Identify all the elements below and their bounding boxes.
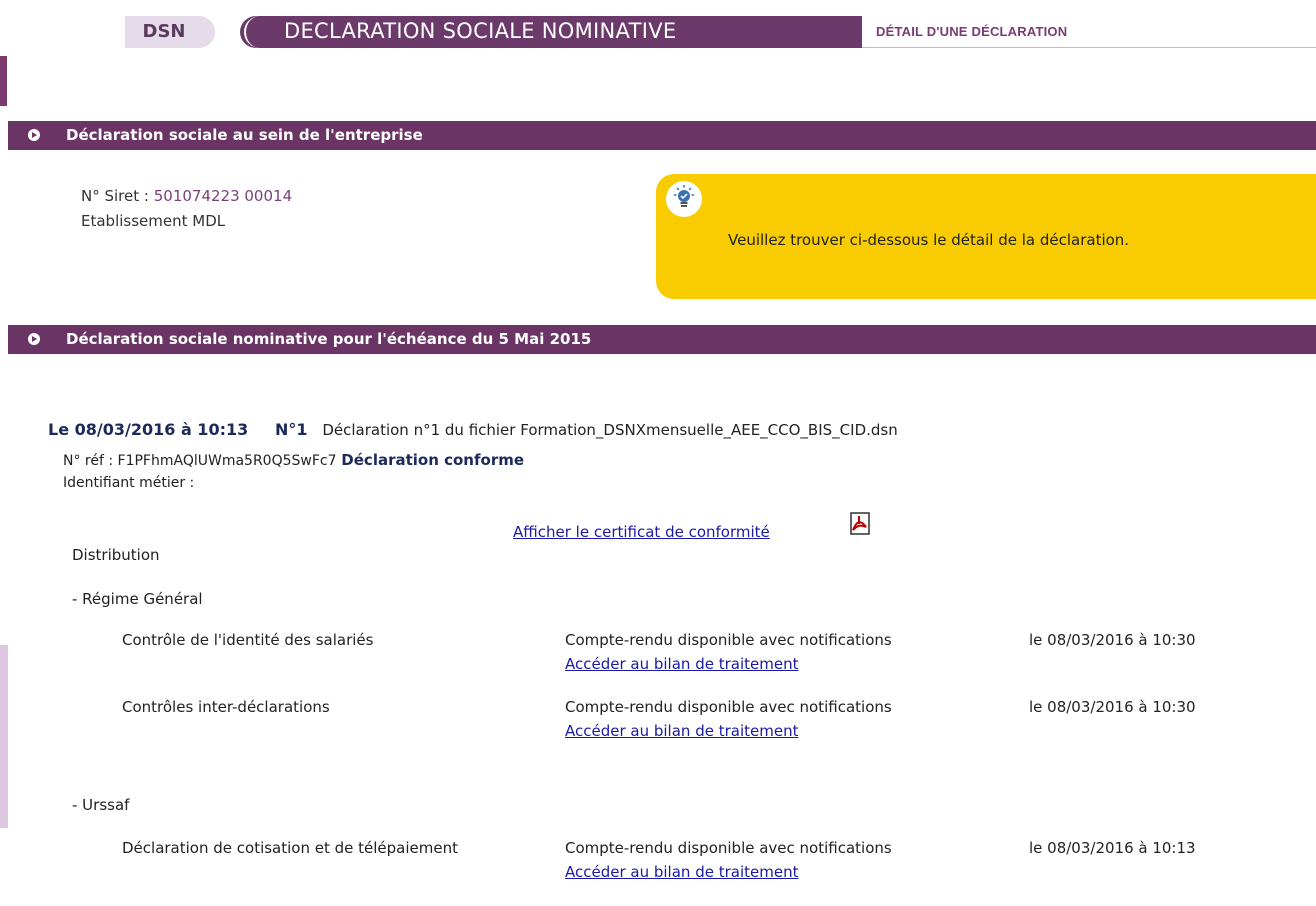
row-date: le 08/03/2016 à 10:30 [1029, 631, 1196, 649]
header-title: DECLARATION SOCIALE NOMINATIVE [284, 19, 677, 43]
siret-label: N° Siret : [81, 187, 149, 205]
declaration-ref-line: N° réf : F1PFhmAQlUWma5R0Q5SwFc7 Déclara… [63, 451, 524, 469]
bilan-link[interactable]: Accéder au bilan de traitement [565, 863, 798, 881]
distribution-label: Distribution [72, 546, 160, 564]
bilan-link[interactable]: Accéder au bilan de traitement [565, 722, 798, 740]
row-label: Déclaration de cotisation et de télépaie… [122, 839, 458, 857]
row-label: Contrôle de l'identité des salariés [122, 631, 374, 649]
dsn-label: DSN [142, 21, 186, 42]
declaration-number: N°1 [275, 420, 308, 439]
siret-line: N° Siret : 501074223 00014 [81, 187, 292, 205]
section-enterprise-title: Déclaration sociale au sein de l'entrepr… [66, 126, 423, 144]
row-status: Compte-rendu disponible avec notificatio… [565, 698, 892, 716]
section-declaration-title: Déclaration sociale nominative pour l'éc… [66, 330, 592, 348]
header-subtitle: DÉTAIL D'UNE DÉCLARATION [876, 24, 1068, 39]
declaration-summary: Le 08/03/2016 à 10:13 N°1 Déclaration n°… [48, 420, 898, 439]
row-label: Contrôles inter-déclarations [122, 698, 330, 716]
bilan-link[interactable]: Accéder au bilan de traitement [565, 655, 798, 673]
row-status: Compte-rendu disponible avec notificatio… [565, 631, 892, 649]
header-underline [862, 47, 1316, 48]
declaration-description: Déclaration n°1 du fichier Formation_DSN… [322, 421, 898, 439]
declaration-status: Déclaration conforme [341, 451, 525, 469]
group-urssaf: - Urssaf [72, 796, 130, 814]
declaration-date: Le 08/03/2016 à 10:13 [48, 420, 249, 439]
info-message-text: Veuillez trouver ci-dessous le détail de… [728, 231, 1130, 249]
expand-bullet-icon[interactable] [28, 333, 40, 345]
lightbulb-icon [666, 181, 702, 217]
section-enterprise-header[interactable]: Déclaration sociale au sein de l'entrepr… [8, 121, 1316, 150]
row-date: le 08/03/2016 à 10:30 [1029, 698, 1196, 716]
expand-bullet-icon[interactable] [28, 129, 40, 141]
declaration-ref: N° réf : F1PFhmAQlUWma5R0Q5SwFc7 [63, 453, 337, 469]
left-accent-bar [0, 56, 7, 106]
row-date: le 08/03/2016 à 10:13 [1029, 839, 1196, 857]
certificate-link[interactable]: Afficher le certificat de conformité [513, 523, 770, 541]
section-declaration-header[interactable]: Déclaration sociale nominative pour l'éc… [8, 325, 1316, 354]
group-regime-general: - Régime Général [72, 590, 203, 608]
business-id-label: Identifiant métier : [63, 475, 195, 491]
establishment-name: Etablissement MDL [81, 212, 226, 230]
left-scroll-strip [0, 645, 8, 828]
siret-value: 501074223 00014 [153, 187, 293, 205]
pdf-icon[interactable] [848, 512, 873, 536]
row-status: Compte-rendu disponible avec notificatio… [565, 839, 892, 857]
